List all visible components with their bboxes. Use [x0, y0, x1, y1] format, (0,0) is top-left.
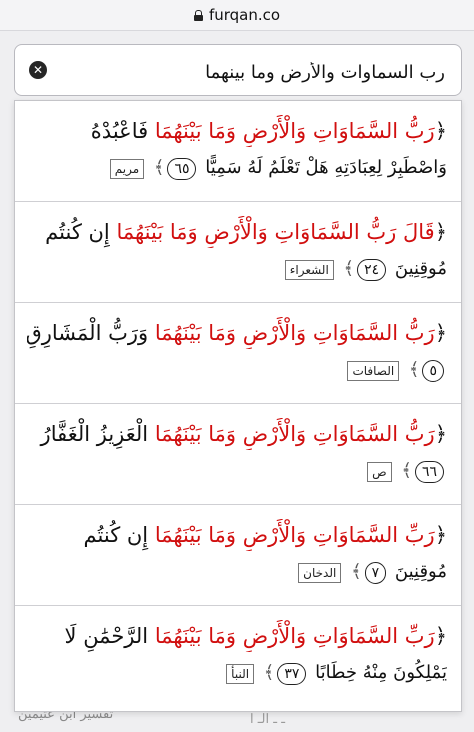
- clear-icon[interactable]: ✕: [29, 61, 47, 79]
- open-bracket: ﴿: [434, 220, 447, 244]
- result-line-2: ٦٦﴾ ص: [27, 456, 447, 486]
- result-item[interactable]: ﴿قَالَ رَبُّ السَّمَاوَاتِ وَالْأَرْضِ و…: [15, 202, 461, 303]
- surah-name: الدخان: [298, 563, 342, 583]
- result-line-2: مُوقِنِينَ ٧﴾ الدخان: [27, 557, 447, 587]
- result-item[interactable]: ﴿رَبُّ السَّمَاوَاتِ وَالْأَرْضِ وَمَا ب…: [15, 101, 461, 202]
- result-item[interactable]: ﴿رَبِّ السَّمَاوَاتِ وَالْأَرْضِ وَمَا ب…: [15, 606, 461, 707]
- open-bracket: ﴿: [434, 523, 447, 547]
- url-wrap: furqan.co: [193, 6, 280, 24]
- surah-name: ص: [367, 462, 392, 482]
- result-line-1: ﴿قَالَ رَبُّ السَّمَاوَاتِ وَالْأَرْضِ و…: [27, 216, 447, 248]
- url-text[interactable]: furqan.co: [209, 6, 280, 24]
- background-text-mid: ـ ـ الـ ا: [250, 712, 286, 727]
- open-bracket: ﴿: [434, 422, 447, 446]
- browser-address-bar[interactable]: furqan.co: [0, 0, 474, 31]
- result-rest: إِن كُنتُم: [83, 523, 155, 547]
- result-highlight: قَالَ رَبُّ السَّمَاوَاتِ وَالْأَرْضِ وَ…: [116, 220, 435, 244]
- result-line-1: ﴿رَبِّ السَّمَاوَاتِ وَالْأَرْضِ وَمَا ب…: [27, 519, 447, 551]
- ayah-number: ٣٧: [277, 663, 307, 685]
- search-box[interactable]: ✕: [14, 44, 462, 96]
- surah-name: النبأ: [226, 664, 255, 684]
- result-line2-text: مُوقِنِينَ: [394, 561, 447, 582]
- result-line-2: يَمْلِكُونَ مِنْهُ خِطَابًا ٣٧﴾ النبأ: [27, 658, 447, 688]
- result-highlight: رَبُّ السَّمَاوَاتِ وَالْأَرْضِ وَمَا بَ…: [154, 119, 435, 143]
- result-rest: إِن كُنتُم: [45, 220, 117, 244]
- result-rest: وَرَبُّ الْمَشَارِقِ: [27, 321, 155, 345]
- result-rest: الرَّحْمَٰنِ لَا: [64, 624, 155, 648]
- close-bracket: ﴾: [408, 359, 420, 380]
- search-input[interactable]: [59, 51, 447, 93]
- close-bracket: ﴾: [153, 157, 165, 178]
- surah-name: مريم: [109, 159, 145, 179]
- result-highlight: رَبُّ السَّمَاوَاتِ وَالْأَرْضِ وَمَا بَ…: [154, 422, 435, 446]
- result-line-1: ﴿رَبُّ السَّمَاوَاتِ وَالْأَرْضِ وَمَا ب…: [27, 115, 447, 147]
- close-bracket: ﴾: [351, 561, 362, 582]
- result-highlight: رَبِّ السَّمَاوَاتِ وَالْأَرْضِ وَمَا بَ…: [154, 624, 435, 648]
- results-dropdown: ﴿رَبُّ السَّمَاوَاتِ وَالْأَرْضِ وَمَا ب…: [14, 100, 462, 712]
- result-item[interactable]: ﴿رَبُّ السَّمَاوَاتِ وَالْأَرْضِ وَمَا ب…: [15, 303, 461, 404]
- ayah-number: ٥: [422, 360, 444, 382]
- result-line2-text: مُوقِنِينَ: [394, 258, 447, 279]
- result-line-1: ﴿رَبُّ السَّمَاوَاتِ وَالْأَرْضِ وَمَا ب…: [27, 418, 447, 450]
- ayah-number: ٦٦: [414, 461, 444, 483]
- open-bracket: ﴿: [434, 624, 447, 648]
- result-highlight: رَبُّ السَّمَاوَاتِ وَالْأَرْضِ وَمَا بَ…: [154, 321, 435, 345]
- result-line2-text: وَاصْطَبِرْ لِعِبَادَتِهِ هَلْ تَعْلَمُ …: [205, 157, 447, 178]
- surah-name: الشعراء: [284, 260, 334, 280]
- open-bracket: ﴿: [434, 119, 447, 143]
- lock-icon: [193, 9, 203, 21]
- surah-name: الصافات: [347, 361, 400, 381]
- result-line-2: مُوقِنِينَ ٢٤﴾ الشعراء: [27, 254, 447, 284]
- ayah-number: ٧: [364, 562, 387, 584]
- close-bracket: ﴾: [401, 460, 412, 481]
- result-line-2: ٥﴾ الصافات: [27, 355, 447, 385]
- result-highlight: رَبِّ السَّمَاوَاتِ وَالْأَرْضِ وَمَا بَ…: [154, 523, 435, 547]
- result-line-1: ﴿رَبُّ السَّمَاوَاتِ وَالْأَرْضِ وَمَا ب…: [27, 317, 447, 349]
- result-line-1: ﴿رَبِّ السَّمَاوَاتِ وَالْأَرْضِ وَمَا ب…: [27, 620, 447, 652]
- result-rest: الْعَزِيزُ الْغَفَّارُ: [40, 422, 155, 446]
- result-item[interactable]: ﴿رَبُّ السَّمَاوَاتِ وَالْأَرْضِ وَمَا ب…: [15, 404, 461, 505]
- result-rest: فَاعْبُدْهُ: [90, 119, 155, 143]
- result-line-2: وَاصْطَبِرْ لِعِبَادَتِهِ هَلْ تَعْلَمُ …: [27, 153, 447, 183]
- open-bracket: ﴿: [434, 321, 447, 345]
- ayah-number: ٦٥: [167, 158, 197, 180]
- close-bracket: ﴾: [263, 662, 275, 683]
- result-line2-text: يَمْلِكُونَ مِنْهُ خِطَابًا: [315, 662, 447, 683]
- close-bracket: ﴾: [343, 258, 355, 279]
- ayah-number: ٢٤: [357, 259, 387, 281]
- result-item[interactable]: ﴿رَبِّ السَّمَاوَاتِ وَالْأَرْضِ وَمَا ب…: [15, 505, 461, 606]
